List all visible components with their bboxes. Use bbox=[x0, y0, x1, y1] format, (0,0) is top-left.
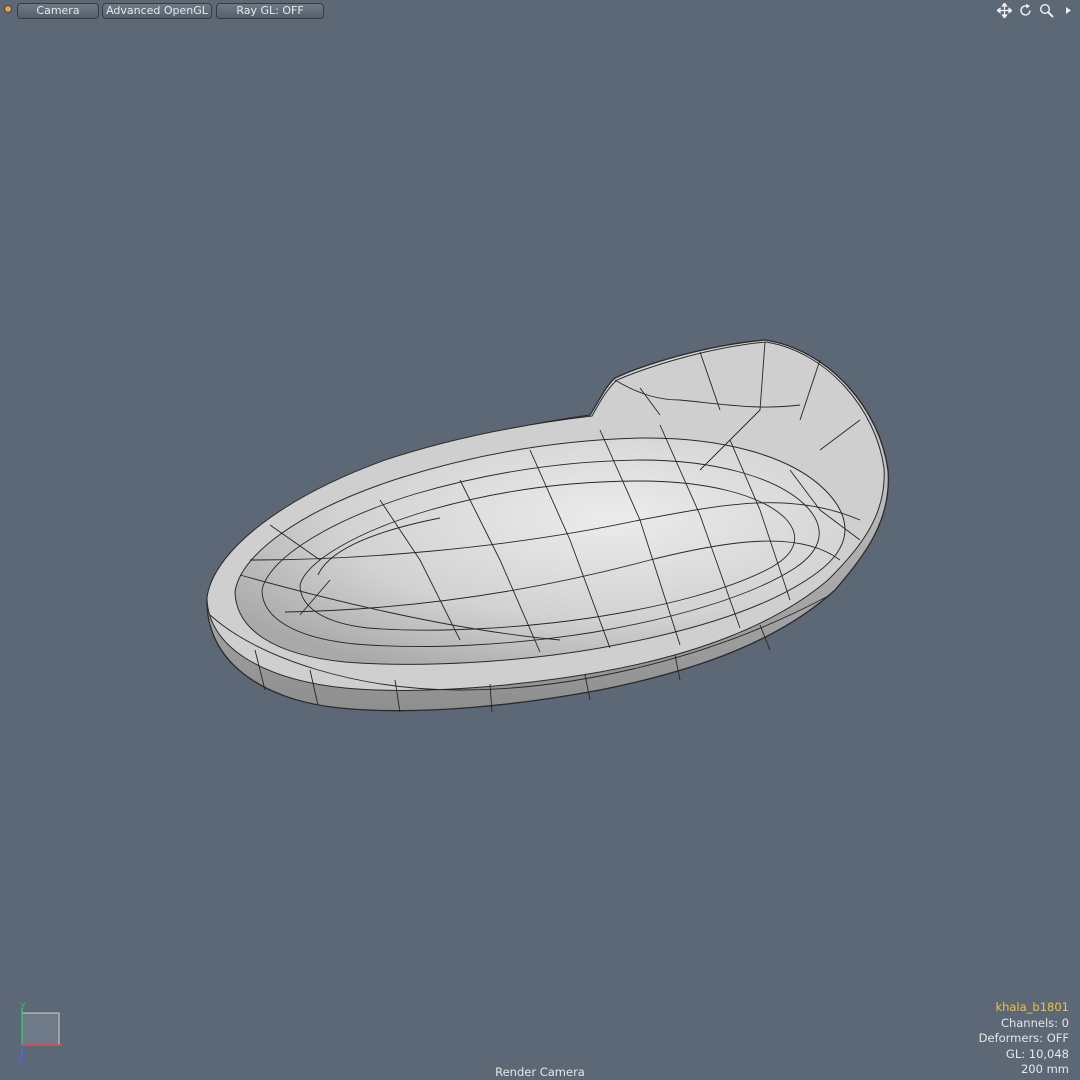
axis-gizmo: Y Z bbox=[12, 1000, 72, 1070]
gl-count-readout: GL: 10,048 bbox=[1005, 1046, 1069, 1061]
item-name: khala_b1801 bbox=[995, 1000, 1069, 1014]
camera-button[interactable]: Camera bbox=[17, 3, 99, 19]
expand-arrow-icon[interactable] bbox=[1059, 2, 1076, 19]
viewport-nav-icons bbox=[996, 2, 1076, 19]
zoom-icon[interactable] bbox=[1038, 2, 1055, 19]
y-axis-label: Y bbox=[20, 1002, 26, 1012]
move-icon[interactable] bbox=[996, 2, 1013, 19]
raygl-button[interactable]: Ray GL: OFF bbox=[216, 3, 324, 19]
deformers-readout: Deformers: OFF bbox=[978, 1031, 1069, 1046]
rotate-icon[interactable] bbox=[1017, 2, 1034, 19]
camera-name-label: Render Camera bbox=[495, 1065, 585, 1079]
channels-readout: Channels: 0 bbox=[1000, 1015, 1069, 1030]
viewport-toolbar: Camera Advanced OpenGL Ray GL: OFF bbox=[0, 0, 1080, 21]
viewport-menu-dot[interactable] bbox=[5, 6, 11, 12]
3d-viewport[interactable]: Y Z khala_b1801 Channels: 0 Deformers: O… bbox=[0, 0, 1080, 1080]
soap-dish-mesh[interactable] bbox=[0, 0, 1080, 1080]
render-mode-button[interactable]: Advanced OpenGL bbox=[102, 3, 212, 19]
